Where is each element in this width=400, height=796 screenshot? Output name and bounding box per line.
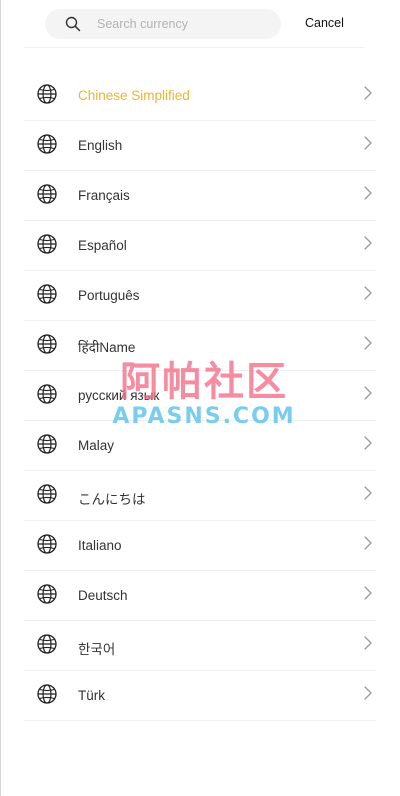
globe-icon <box>37 284 57 304</box>
language-label: Français <box>78 188 130 203</box>
globe-icon <box>37 84 57 104</box>
language-item-1[interactable]: English <box>24 121 376 171</box>
globe-icon <box>37 434 57 454</box>
globe-icon <box>37 584 57 604</box>
chevron-right-icon <box>364 86 372 100</box>
language-item-10[interactable]: Deutsch <box>24 571 376 621</box>
chevron-right-icon <box>364 486 372 500</box>
language-item-9[interactable]: Italiano <box>24 521 376 571</box>
search-icon <box>65 16 81 32</box>
chevron-right-icon <box>364 586 372 600</box>
language-item-8[interactable]: こんにちは <box>24 471 376 521</box>
globe-icon <box>37 334 57 354</box>
chevron-right-icon <box>364 436 372 450</box>
search-input[interactable] <box>97 9 273 39</box>
globe-icon <box>37 184 57 204</box>
language-list: Chinese Simplified English Français Espa… <box>24 71 376 721</box>
globe-icon <box>37 134 57 154</box>
language-label: हिंदीName <box>78 340 136 355</box>
language-label: Türk <box>78 688 105 703</box>
language-item-12[interactable]: Türk <box>24 671 376 721</box>
chevron-right-icon <box>364 536 372 550</box>
chevron-right-icon <box>364 136 372 150</box>
chevron-right-icon <box>364 686 372 700</box>
language-item-3[interactable]: Español <box>24 221 376 271</box>
language-label: Português <box>78 288 140 303</box>
language-label: Malay <box>78 438 115 453</box>
chevron-right-icon <box>364 336 372 350</box>
language-label: こんにちは <box>78 492 146 507</box>
chevron-right-icon <box>364 636 372 650</box>
header-divider <box>24 47 364 48</box>
language-item-11[interactable]: 한국어 <box>24 621 376 671</box>
globe-icon <box>37 534 57 554</box>
language-label: 한국어 <box>78 642 116 657</box>
language-label: русский язык <box>78 388 160 403</box>
language-label: Deutsch <box>78 588 128 603</box>
globe-icon <box>37 384 57 404</box>
language-label: Español <box>78 238 127 253</box>
globe-icon <box>37 484 57 504</box>
chevron-right-icon <box>364 286 372 300</box>
globe-icon <box>37 234 57 254</box>
chevron-right-icon <box>364 236 372 250</box>
search-box[interactable] <box>45 9 281 39</box>
language-label: English <box>78 138 123 153</box>
left-border <box>0 0 1 796</box>
language-label: Italiano <box>78 538 122 553</box>
language-item-4[interactable]: Português <box>24 271 376 321</box>
cancel-button[interactable]: Cancel <box>305 16 344 30</box>
language-item-0[interactable]: Chinese Simplified <box>24 71 376 121</box>
language-item-5[interactable]: हिंदीName <box>24 321 376 371</box>
language-item-2[interactable]: Français <box>24 171 376 221</box>
chevron-right-icon <box>364 386 372 400</box>
chevron-right-icon <box>364 186 372 200</box>
language-item-6[interactable]: русский язык <box>24 371 376 421</box>
language-label: Chinese Simplified <box>78 88 190 103</box>
globe-icon <box>37 634 57 654</box>
language-item-7[interactable]: Malay <box>24 421 376 471</box>
header: Cancel <box>0 0 400 48</box>
globe-icon <box>37 684 57 704</box>
